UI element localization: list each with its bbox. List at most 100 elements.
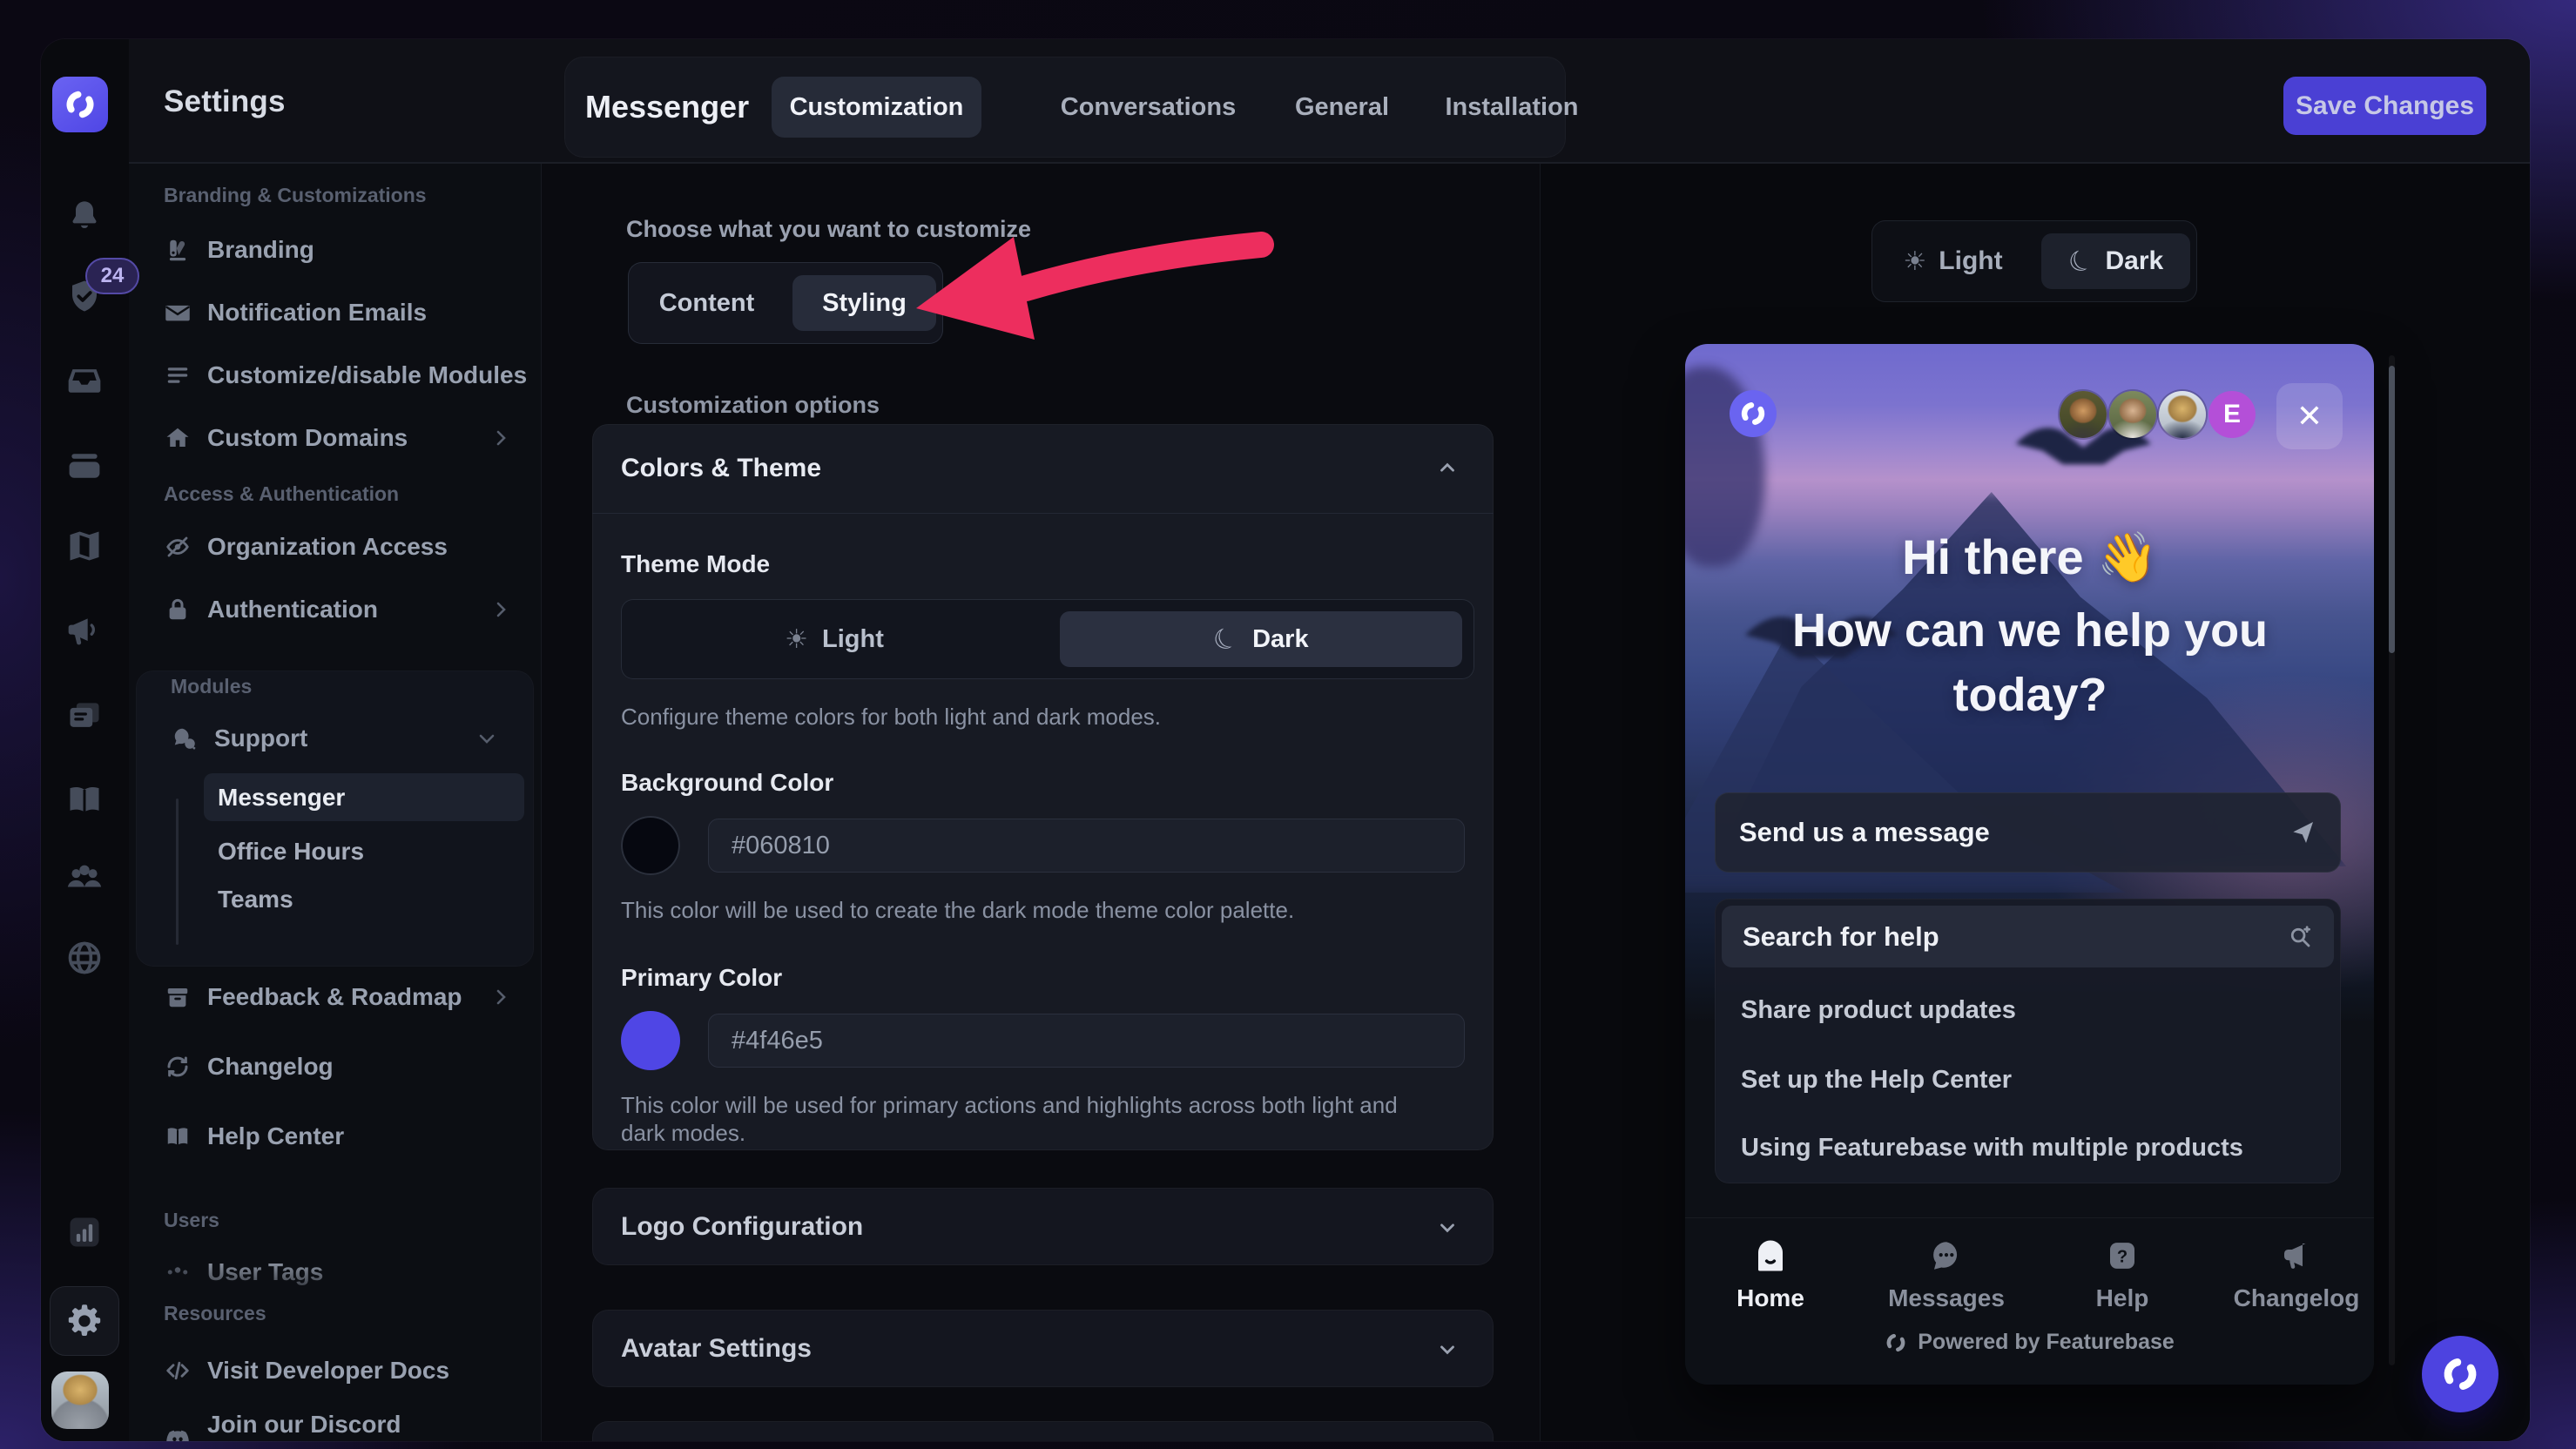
inbox-icon[interactable] — [64, 360, 105, 401]
team-avatars: E — [2060, 391, 2256, 438]
users-icon[interactable] — [64, 856, 105, 898]
nav-changelog[interactable]: Changelog — [2227, 1237, 2366, 1312]
background-color-swatch[interactable] — [621, 816, 680, 875]
eye-off-icon — [164, 533, 192, 561]
support-chat-icon — [171, 724, 199, 752]
sidebar-item-support[interactable]: Support — [150, 714, 520, 763]
theme-option-label: Dark — [1252, 625, 1309, 654]
colors-theme-card: Colors & Theme Theme Mode ☀ Light ☾ Dark — [592, 424, 1494, 1150]
home-door-icon — [1752, 1237, 1789, 1274]
card-title: Avatar Settings — [621, 1334, 812, 1364]
notifications-bell-icon[interactable] — [64, 195, 105, 237]
sidebar-item-label: Customize/disable Modules — [207, 361, 527, 389]
powered-by-label: Powered by Featurebase — [1918, 1330, 2175, 1355]
posts-cards-icon[interactable] — [64, 695, 105, 737]
close-icon[interactable]: ✕ — [2276, 383, 2343, 449]
preview-light-option[interactable]: ☀ Light — [1878, 233, 2027, 289]
help-article-link[interactable]: Set up the Help Center — [1722, 1048, 2334, 1111]
sidebar-item-changelog[interactable]: Changelog — [136, 1039, 534, 1095]
theme-light-option[interactable]: ☀ Light — [633, 611, 1035, 667]
sidebar-item-label: Organization Access — [207, 533, 448, 561]
content-styling-toggle: Content Styling — [628, 262, 943, 344]
widget-greeting-question: How can we help you today? — [1743, 598, 2317, 727]
code-icon — [164, 1357, 192, 1385]
customization-panel: Choose what you want to customize Conten… — [542, 164, 1540, 1441]
sidebar-item-feedback-roadmap[interactable]: Feedback & Roadmap — [136, 969, 534, 1025]
messenger-launcher-bubble[interactable] — [2422, 1336, 2498, 1412]
sidebar-item-label: Visit Developer Docs — [207, 1357, 449, 1385]
announce-megaphone-icon[interactable] — [64, 610, 105, 652]
roadmap-map-icon[interactable] — [64, 525, 105, 567]
settings-gear-icon[interactable] — [50, 1286, 119, 1356]
featurebase-logo[interactable] — [52, 77, 108, 132]
nav-help[interactable]: ? Help — [2053, 1237, 2192, 1312]
sidebar-item-customize-modules[interactable]: Customize/disable Modules — [136, 347, 534, 403]
sidebar-item-discord[interactable]: Join our Discord community — [136, 1411, 533, 1441]
theme-dark-option[interactable]: ☾ Dark — [1060, 611, 1462, 667]
sidebar-item-label: Branding — [207, 236, 314, 264]
nav-home[interactable]: Home — [1701, 1237, 1840, 1312]
moon-icon: ☾ — [1208, 619, 1244, 659]
preview-dark-option[interactable]: ☾ Dark — [2041, 233, 2190, 289]
sidebar-item-authentication[interactable]: Authentication — [136, 582, 534, 637]
send-icon — [2289, 819, 2316, 846]
content-tab[interactable]: Content — [635, 275, 779, 331]
sidebar-subitem-office-hours[interactable]: Office Hours — [204, 831, 524, 873]
analytics-icon[interactable] — [50, 1197, 119, 1267]
globe-icon[interactable] — [64, 937, 105, 979]
nav-messages[interactable]: Messages — [1877, 1237, 2016, 1312]
powered-by[interactable]: Powered by Featurebase — [1685, 1330, 2374, 1355]
logo-configuration-header[interactable]: Logo Configuration — [592, 1188, 1494, 1265]
styling-tab[interactable]: Styling — [792, 275, 936, 331]
decks-icon[interactable] — [64, 445, 105, 487]
avatar — [2060, 391, 2107, 438]
widget-footer-nav: Home Messages ? Help Changelog — [1685, 1217, 2374, 1385]
chat-bubble-icon — [2439, 1353, 2481, 1395]
save-button[interactable]: Save Changes — [2283, 77, 2486, 135]
tab-conversations[interactable]: Conversations — [1059, 77, 1237, 138]
discord-icon — [164, 1425, 192, 1441]
send-message-card[interactable]: Send us a message — [1715, 792, 2341, 873]
sidebar-item-notification-emails[interactable]: Notification Emails — [136, 285, 534, 340]
preview-scrollbar-thumb[interactable] — [2389, 366, 2395, 653]
search-input[interactable]: Search for help — [1722, 906, 2334, 967]
messages-bubble-icon — [1928, 1237, 1965, 1274]
docs-book-icon[interactable] — [64, 778, 105, 820]
avatar-settings-header[interactable]: Avatar Settings — [592, 1310, 1494, 1387]
tab-installation[interactable]: Installation — [1442, 77, 1581, 138]
colors-theme-header[interactable]: Colors & Theme — [592, 424, 1494, 514]
primary-color-swatch[interactable] — [621, 1011, 680, 1070]
featurebase-glyph-icon — [1885, 1331, 1907, 1354]
user-avatar[interactable] — [51, 1371, 109, 1429]
primary-color-input[interactable] — [708, 1014, 1465, 1068]
book-icon — [164, 1122, 192, 1150]
sidebar-item-label: Join our Discord community — [207, 1411, 533, 1441]
sidebar-item-help-center[interactable]: Help Center — [136, 1109, 534, 1164]
nav-label: Messages — [1888, 1284, 2005, 1312]
sun-icon: ☀ — [1903, 246, 1926, 277]
section-modules: Modules — [171, 671, 520, 702]
tab-customization[interactable]: Customization — [772, 77, 981, 138]
background-color-input[interactable] — [708, 819, 1465, 873]
preview-option-label: Dark — [2105, 246, 2163, 276]
top-header-bar: Settings Messenger Customization Convers… — [129, 39, 2530, 164]
messenger-preview-panel: ☀ Light ☾ Dark — [1540, 164, 2530, 1441]
sidebar-item-developer-docs[interactable]: Visit Developer Docs — [136, 1343, 533, 1398]
tab-general[interactable]: General — [1285, 77, 1399, 138]
sidebar-item-branding[interactable]: Branding — [136, 222, 534, 278]
help-article-link[interactable]: Using Featurebase with multiple products — [1722, 1116, 2334, 1179]
sidebar-subitem-messenger[interactable]: Messenger — [204, 773, 524, 821]
avatar-initial: E — [2208, 391, 2256, 438]
help-article-link[interactable]: Share product updates — [1722, 979, 2334, 1041]
resources-block: Resources Visit Developer Docs Join our … — [129, 1264, 540, 1441]
sidebar-item-label: Custom Domains — [207, 424, 408, 452]
background-color-label: Background Color — [621, 769, 1465, 797]
app-window: 24 — [41, 39, 2530, 1441]
page-title: Settings — [164, 39, 286, 164]
sidebar-subitem-teams[interactable]: Teams — [204, 879, 524, 920]
theme-option-label: Light — [822, 625, 884, 654]
theme-mode-toggle: ☀ Light ☾ Dark — [621, 599, 1474, 679]
help-search-card: Search for help Share product updates Se… — [1715, 899, 2341, 1183]
sidebar-item-custom-domains[interactable]: Custom Domains — [136, 410, 534, 466]
sidebar-item-organization-access[interactable]: Organization Access — [136, 519, 534, 575]
